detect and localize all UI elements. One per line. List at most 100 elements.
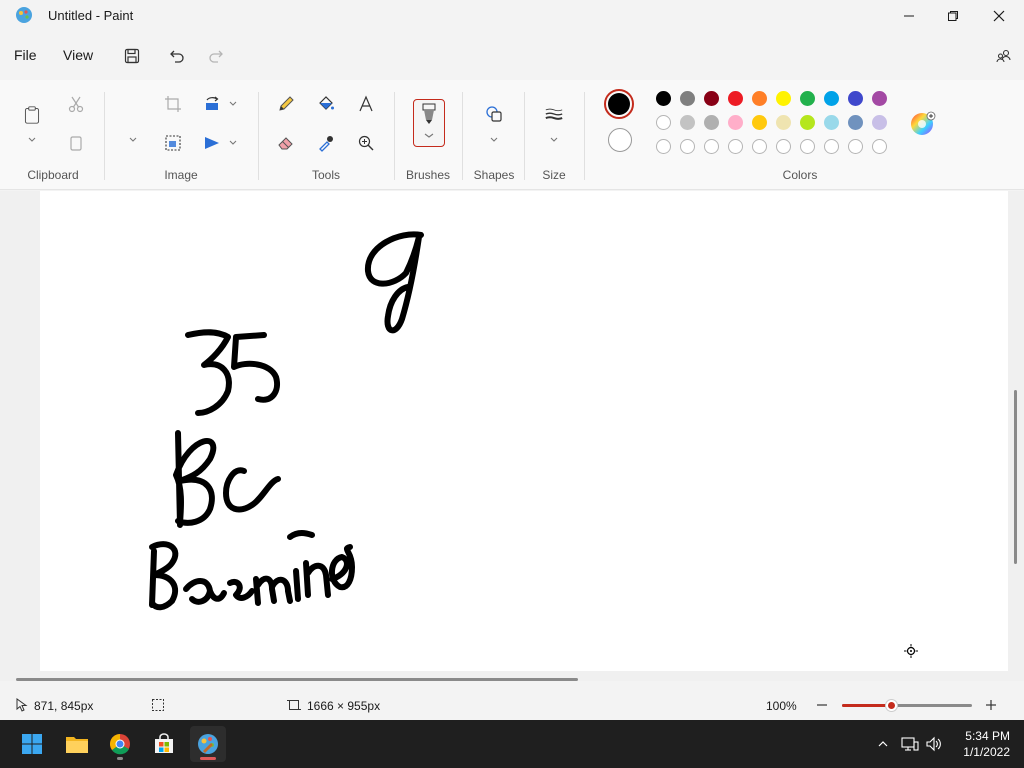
vertical-scrollbar[interactable] <box>1014 390 1017 564</box>
close-button[interactable] <box>976 0 1022 32</box>
pencil-icon <box>279 96 294 111</box>
flip-chevron-down-icon[interactable] <box>228 138 238 148</box>
shapes-icon <box>486 106 502 122</box>
crop-button[interactable] <box>161 92 185 116</box>
palette-color-swatch[interactable] <box>872 115 887 130</box>
undo-button[interactable] <box>165 44 189 68</box>
edit-colors-button[interactable] <box>910 111 936 137</box>
zoom-out-icon[interactable] <box>815 698 829 712</box>
save-button[interactable] <box>120 44 144 68</box>
restore-button[interactable] <box>930 0 976 32</box>
palette-color-swatch[interactable] <box>728 115 743 130</box>
shapes-button[interactable] <box>482 102 506 126</box>
handwriting-stroke <box>223 467 281 513</box>
palette-color-swatch[interactable] <box>824 91 839 106</box>
palette-color-swatch[interactable] <box>728 91 743 106</box>
custom-color-slot[interactable] <box>656 139 671 154</box>
palette-color-swatch[interactable] <box>848 115 863 130</box>
file-explorer-button[interactable] <box>59 726 95 762</box>
restore-icon <box>948 11 958 21</box>
drawing-canvas[interactable] <box>40 191 1008 671</box>
flip-button[interactable] <box>200 131 224 155</box>
network-icon <box>901 737 919 751</box>
workspace <box>0 191 1024 681</box>
rotate-button[interactable] <box>200 92 224 116</box>
menu-file[interactable]: File <box>14 47 37 63</box>
custom-color-slot[interactable] <box>800 139 815 154</box>
paint-taskbar-button[interactable] <box>190 726 226 762</box>
custom-color-slot[interactable] <box>776 139 791 154</box>
palette-color-swatch[interactable] <box>848 91 863 106</box>
palette-color-swatch[interactable] <box>656 115 671 130</box>
flip-icon <box>205 137 219 149</box>
palette-color-swatch[interactable] <box>704 115 719 130</box>
palette-color-swatch[interactable] <box>800 115 815 130</box>
taskbar: 5:34 PM 1/1/2022 <box>0 720 1024 768</box>
eraser-button[interactable] <box>274 131 298 155</box>
size-chevron-down-icon[interactable] <box>549 135 559 145</box>
menu-bar: File View <box>0 32 1024 80</box>
copy-button[interactable] <box>64 131 88 155</box>
paste-icon <box>24 106 40 124</box>
paste-chevron-down-icon[interactable] <box>27 135 37 145</box>
paste-button[interactable] <box>20 102 44 128</box>
menu-view[interactable]: View <box>63 47 93 63</box>
ribbon-toolbar: Clipboard Image Tools Brushes Shapes Siz… <box>0 80 1024 190</box>
ribbon-divider <box>584 92 585 180</box>
palette-color-swatch[interactable] <box>680 91 695 106</box>
title-bar: Untitled - Paint <box>0 0 1024 32</box>
group-label-clipboard: Clipboard <box>27 168 79 182</box>
account-button[interactable] <box>992 44 1016 68</box>
zoom-in-icon[interactable] <box>984 698 998 712</box>
zoom-slider-thumb[interactable] <box>886 700 897 711</box>
secondary-color-button[interactable] <box>608 128 632 152</box>
palette-color-swatch[interactable] <box>776 115 791 130</box>
palette-color-swatch[interactable] <box>680 115 695 130</box>
fill-button[interactable] <box>314 92 338 116</box>
primary-color-button[interactable] <box>604 89 634 119</box>
custom-color-slot[interactable] <box>680 139 695 154</box>
color-picker-button[interactable] <box>314 131 338 155</box>
palette-color-swatch[interactable] <box>800 91 815 106</box>
palette-color-swatch[interactable] <box>776 91 791 106</box>
start-button[interactable] <box>14 726 50 762</box>
zoom-level[interactable]: 100% <box>766 699 797 713</box>
custom-color-slot[interactable] <box>872 139 887 154</box>
palette-color-swatch[interactable] <box>752 115 767 130</box>
cut-button[interactable] <box>64 92 88 116</box>
custom-color-slot[interactable] <box>848 139 863 154</box>
shapes-chevron-down-icon[interactable] <box>489 135 499 145</box>
rotate-chevron-down-icon[interactable] <box>228 99 238 109</box>
zoom-slider[interactable] <box>842 700 972 711</box>
show-hidden-icons-button[interactable] <box>873 734 893 754</box>
custom-color-slot[interactable] <box>728 139 743 154</box>
store-button[interactable] <box>146 726 182 762</box>
text-button[interactable] <box>354 92 378 116</box>
palette-color-swatch[interactable] <box>704 91 719 106</box>
resize-button[interactable] <box>161 131 185 155</box>
network-button[interactable] <box>900 734 920 754</box>
volume-button[interactable] <box>924 734 944 754</box>
brushes-button[interactable] <box>413 99 445 147</box>
palette-color-swatch[interactable] <box>824 115 839 130</box>
chrome-button[interactable] <box>102 726 138 762</box>
select-chevron-down-icon[interactable] <box>128 135 138 145</box>
custom-color-slot[interactable] <box>824 139 839 154</box>
size-button[interactable] <box>542 102 566 126</box>
clock-date: 1/1/2022 <box>963 745 1010 759</box>
redo-button[interactable] <box>204 44 228 68</box>
pencil-button[interactable] <box>274 92 298 116</box>
palette-color-swatch[interactable] <box>872 91 887 106</box>
magnifier-button[interactable] <box>354 131 378 155</box>
system-clock[interactable]: 5:34 PM 1/1/2022 <box>963 728 1010 760</box>
save-icon <box>124 48 140 64</box>
minimize-button[interactable] <box>886 0 932 32</box>
palette-color-swatch[interactable] <box>752 91 767 106</box>
paint-bucket-icon <box>319 96 334 110</box>
custom-color-slot[interactable] <box>704 139 719 154</box>
palette-color-swatch[interactable] <box>656 91 671 106</box>
custom-color-slot[interactable] <box>752 139 767 154</box>
horizontal-scrollbar[interactable] <box>16 678 578 681</box>
copy-icon <box>70 136 82 151</box>
eraser-icon <box>278 137 293 150</box>
